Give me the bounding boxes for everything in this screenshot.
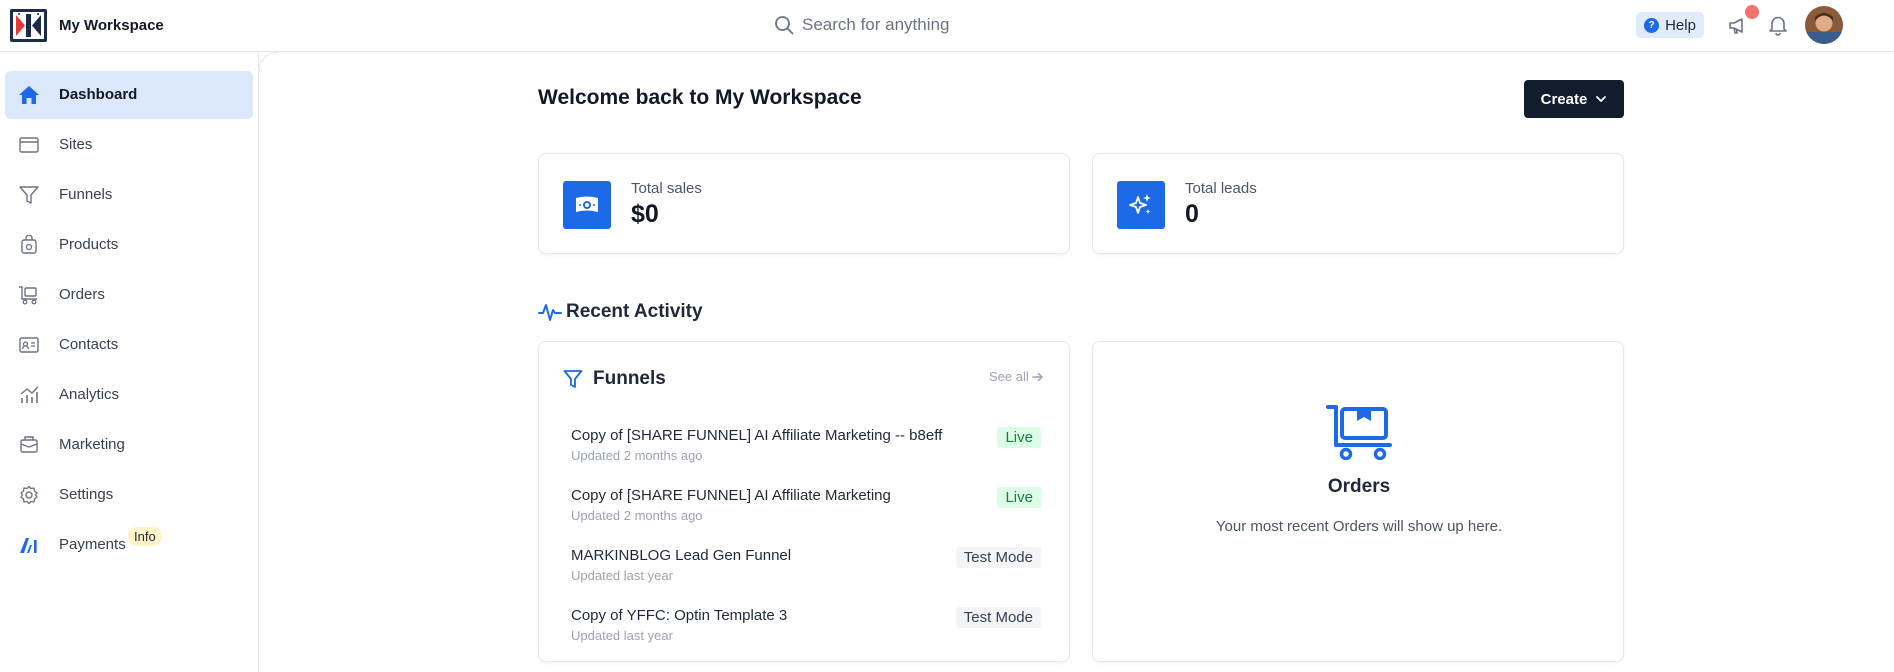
content-corner: [259, 52, 279, 72]
sidebar-item-label: Payments: [59, 536, 126, 553]
chevron-down-icon: [1596, 96, 1607, 102]
stat-label: Total sales: [631, 180, 702, 197]
help-label: Help: [1665, 16, 1696, 34]
sparkles-icon: [1117, 181, 1165, 229]
status-badge: Live: [997, 487, 1041, 508]
cart-icon: [19, 286, 37, 305]
home-icon: [19, 86, 39, 104]
orders-card: Orders Your most recent Orders will show…: [1092, 341, 1624, 662]
sidebar-item-label: Sites: [59, 136, 93, 153]
sidebar-item-sites[interactable]: Sites: [5, 121, 253, 169]
search-icon: [775, 16, 794, 35]
funnel-name[interactable]: MARKINBLOG Lead Gen Funnel: [571, 547, 791, 564]
list-item[interactable]: Copy of [SHARE FUNNEL] AI Affiliate Mark…: [571, 487, 1041, 527]
sidebar-item-label: Orders: [59, 286, 105, 303]
total-leads-card: Total leads 0: [1092, 153, 1624, 254]
funnel-name[interactable]: Copy of YFFC: Optin Template 3: [571, 607, 787, 624]
page-title: Welcome back to My Workspace: [538, 86, 862, 109]
help-icon: ?: [1644, 17, 1660, 33]
create-label: Create: [1540, 90, 1588, 108]
stat-label: Total leads: [1185, 180, 1257, 197]
search-bar[interactable]: Search for anything: [774, 12, 949, 38]
product-box-icon: [21, 235, 37, 254]
sidebar-item-orders[interactable]: Orders: [5, 271, 253, 319]
funnel-icon: [563, 370, 583, 388]
see-all-label: See all: [989, 369, 1029, 384]
status-badge: Live: [997, 427, 1041, 448]
search-placeholder[interactable]: Search for anything: [802, 15, 949, 35]
browser-window-icon: [19, 137, 39, 153]
help-button[interactable]: ? Help: [1636, 12, 1704, 38]
orders-empty-text: Your most recent Orders will show up her…: [1215, 518, 1503, 535]
info-badge: Info: [128, 527, 162, 546]
recent-activity-heading: Recent Activity: [538, 300, 703, 324]
sidebar-item-label: Funnels: [59, 186, 113, 203]
funnel-name[interactable]: Copy of [SHARE FUNNEL] AI Affiliate Mark…: [571, 427, 942, 444]
see-all-link[interactable]: See all: [989, 369, 1044, 384]
payments-logo-icon: [20, 538, 37, 553]
cart-icon: [1326, 405, 1392, 460]
status-badge: Test Mode: [955, 607, 1041, 628]
contact-card-icon: [19, 337, 39, 353]
sidebar-item-marketing[interactable]: Marketing: [5, 421, 253, 469]
app-logo[interactable]: [10, 9, 47, 42]
sidebar-item-label: Products: [59, 236, 119, 253]
workspace-name[interactable]: My Workspace: [59, 17, 164, 34]
arrow-right-icon: [1032, 372, 1043, 381]
recent-activity-title: Recent Activity: [566, 301, 703, 322]
funnel-updated: Updated 2 months ago: [571, 448, 703, 463]
orders-card-title: Orders: [1327, 476, 1391, 497]
funnels-card-title: Funnels: [563, 368, 666, 390]
stat-value: 0: [1185, 200, 1199, 228]
bell-icon[interactable]: [1767, 14, 1789, 36]
sidebar-item-label: Dashboard: [59, 86, 138, 103]
funnel-icon: [19, 186, 39, 204]
sidebar-item-products[interactable]: Products: [5, 221, 253, 269]
marketing-icon: [20, 436, 38, 453]
sidebar-item-funnels[interactable]: Funnels: [5, 171, 253, 219]
sidebar-item-label: Contacts: [59, 336, 119, 353]
money-icon: [563, 181, 611, 229]
list-item[interactable]: Copy of [SHARE FUNNEL] AI Affiliate Mark…: [571, 427, 1041, 467]
status-badge: Test Mode: [955, 547, 1041, 568]
sidebar-item-settings[interactable]: Settings: [5, 471, 253, 519]
sidebar-item-label: Analytics: [59, 386, 120, 403]
create-button[interactable]: Create: [1524, 80, 1624, 118]
total-sales-card: Total sales $0: [538, 153, 1070, 254]
gear-icon: [20, 485, 38, 505]
sidebar-item-analytics[interactable]: Analytics: [5, 371, 253, 419]
sidebar-item-dashboard[interactable]: Dashboard: [5, 71, 253, 119]
user-avatar[interactable]: [1805, 6, 1843, 44]
funnels-card: Funnels See all Copy of [SHARE FUNNEL] A…: [538, 341, 1070, 662]
sidebar-item-label: Marketing: [59, 436, 125, 453]
top-bar: My Workspace Search for anything ? Help: [0, 0, 1894, 52]
funnel-name[interactable]: Copy of [SHARE FUNNEL] AI Affiliate Mark…: [571, 487, 891, 504]
funnel-updated: Updated 2 months ago: [571, 508, 703, 523]
list-item[interactable]: MARKINBLOG Lead Gen Funnel Updated last …: [571, 547, 1041, 587]
sidebar-divider: [258, 52, 259, 672]
stat-value: $0: [631, 200, 659, 228]
funnel-updated: Updated last year: [571, 568, 673, 583]
activity-pulse-icon: [538, 304, 562, 321]
chart-icon: [20, 386, 39, 403]
sidebar-item-payments[interactable]: Payments Info: [5, 521, 253, 569]
funnel-updated: Updated last year: [571, 628, 673, 643]
sidebar-item-contacts[interactable]: Contacts: [5, 321, 253, 369]
sidebar: Dashboard Sites Funnels Products Orders: [0, 52, 260, 672]
list-item[interactable]: Copy of YFFC: Optin Template 3 Updated l…: [571, 607, 1041, 647]
notification-dot: [1745, 5, 1759, 19]
funnels-title-label: Funnels: [593, 368, 666, 389]
sidebar-item-label: Settings: [59, 486, 114, 503]
